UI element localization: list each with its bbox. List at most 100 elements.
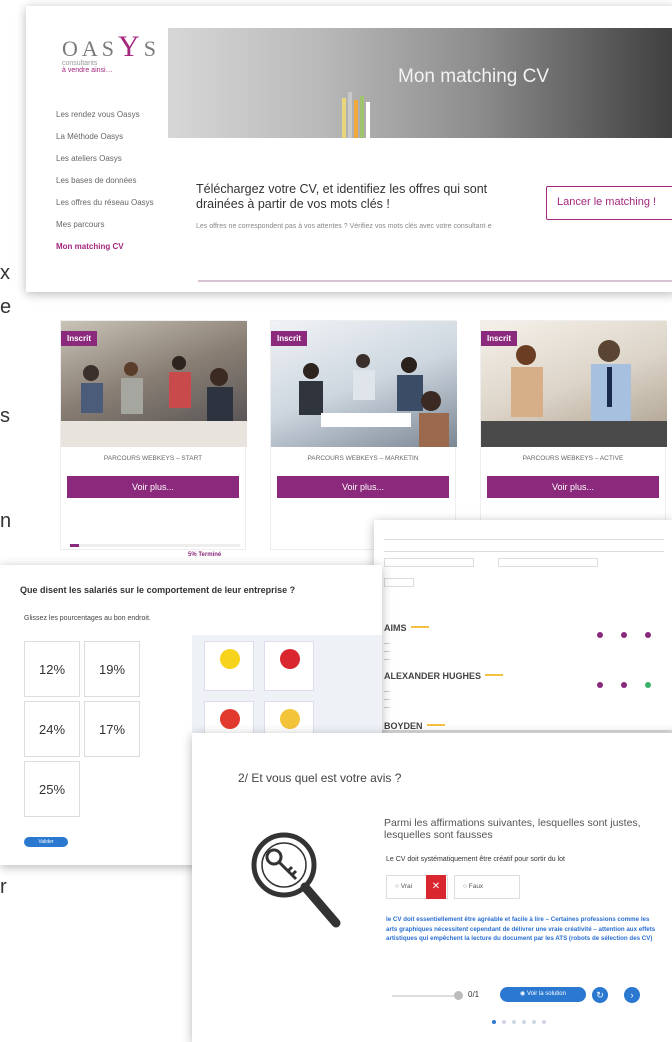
edge-text: e bbox=[0, 296, 12, 318]
card-caption: PARCOURS WEBKEYS – ACTIVE bbox=[522, 455, 624, 462]
page-dot[interactable] bbox=[512, 1020, 516, 1024]
inscrit-badge: Inscrit bbox=[61, 331, 98, 346]
parcours-card: Inscrit PARCOURS WEBKEYS – ACTIVE Voir p… bbox=[480, 320, 667, 550]
smiley-happy-icon bbox=[220, 649, 240, 669]
sidebar-item-matching[interactable]: Mon matching CV bbox=[56, 242, 156, 251]
percentage-tile[interactable]: 19% bbox=[84, 641, 140, 697]
score-slider[interactable] bbox=[392, 995, 454, 997]
search-icon[interactable] bbox=[597, 632, 603, 638]
edge-text: r bbox=[0, 876, 7, 898]
next-icon[interactable]: › bbox=[624, 987, 640, 1003]
company-details: — — — bbox=[384, 689, 390, 711]
edge-text: s bbox=[0, 405, 10, 427]
row-actions bbox=[597, 632, 657, 640]
sidebar-item-bases[interactable]: Les bases de données bbox=[56, 176, 156, 185]
page-dot[interactable] bbox=[532, 1020, 536, 1024]
retry-icon[interactable]: ↻ bbox=[592, 987, 608, 1003]
rating-stars bbox=[426, 723, 445, 726]
team-meeting-photo: Inscrit bbox=[61, 321, 247, 447]
launch-matching-button[interactable]: Lancer le matching ! bbox=[546, 186, 672, 220]
interview-photo: Inscrit bbox=[481, 321, 667, 447]
page-dot[interactable] bbox=[502, 1020, 506, 1024]
show-solution-button[interactable]: ◉ Voir la solution bbox=[500, 987, 586, 1002]
smiley-thinking-icon bbox=[280, 709, 300, 729]
card-caption: PARCOURS WEBKEYS – MARKETIN bbox=[307, 455, 419, 462]
card-caption: PARCOURS WEBKEYS – START bbox=[103, 455, 203, 462]
drop-target[interactable] bbox=[204, 641, 254, 691]
company-name: AIMS bbox=[384, 623, 407, 633]
edge-text: n bbox=[0, 510, 12, 532]
quiz-panel: 2/ Et vous quel est votre avis ? Parmi l… bbox=[192, 733, 672, 1042]
search-field[interactable] bbox=[384, 531, 664, 540]
hero-banner: Mon matching CV bbox=[168, 28, 672, 138]
option-false[interactable]: ○ Faux bbox=[454, 875, 520, 899]
sidebar-nav: Les rendez vous Oasys La Méthode Oasys L… bbox=[56, 110, 156, 264]
inscrit-badge: Inscrit bbox=[481, 331, 518, 346]
matching-cv-panel: OASYS consultants à vendre ainsi… Les re… bbox=[26, 6, 672, 292]
score: 0/1 bbox=[468, 990, 480, 999]
page-title: Mon matching CV bbox=[398, 66, 550, 87]
validate-button[interactable]: Valider bbox=[24, 837, 68, 847]
search-field[interactable] bbox=[384, 543, 664, 552]
oasys-logo[interactable]: OASYS consultants à vendre ainsi… bbox=[62, 30, 160, 74]
percentage-tile[interactable]: 25% bbox=[24, 761, 80, 817]
search-icon[interactable] bbox=[597, 682, 603, 688]
voir-plus-button[interactable]: Voir plus... bbox=[67, 476, 239, 498]
voir-plus-button[interactable]: Voir plus... bbox=[487, 476, 659, 498]
rating-stars bbox=[485, 673, 504, 676]
pencils-icon bbox=[342, 92, 370, 138]
filter-select[interactable] bbox=[498, 558, 599, 567]
survey-instruction: Glissez les pourcentages au bon endroit. bbox=[24, 615, 151, 622]
quiz-statement: Le CV doit systématiquement être créatif… bbox=[386, 856, 565, 863]
survey-title: Que disent les salariés sur le comportem… bbox=[20, 585, 296, 595]
sidebar-item-rendez-vous[interactable]: Les rendez vous Oasys bbox=[56, 110, 156, 119]
company-row[interactable]: AIMS — — — bbox=[384, 618, 669, 664]
option-true-label: Vrai bbox=[400, 883, 413, 890]
divider bbox=[198, 280, 672, 282]
filter-button[interactable] bbox=[384, 578, 414, 587]
row-actions bbox=[597, 682, 657, 690]
edge-text: x bbox=[0, 262, 10, 284]
sidebar-item-offres[interactable]: Les offres du réseau Oasys bbox=[56, 198, 156, 207]
sidebar-item-methode[interactable]: La Méthode Oasys bbox=[56, 132, 156, 141]
percentage-tile[interactable]: 24% bbox=[24, 701, 80, 757]
drop-target[interactable] bbox=[264, 641, 314, 691]
option-false-label: Faux bbox=[468, 883, 484, 890]
rating-stars bbox=[410, 625, 429, 628]
pagination-dots bbox=[492, 1020, 562, 1026]
progress-label: 5% Terminé bbox=[188, 552, 222, 558]
search-form bbox=[384, 528, 664, 590]
show-solution-label: Voir la solution bbox=[526, 991, 566, 997]
page-dot[interactable] bbox=[492, 1020, 496, 1024]
dot-icon[interactable] bbox=[621, 682, 627, 688]
dot-icon[interactable] bbox=[645, 682, 651, 688]
percentage-tile[interactable]: 17% bbox=[84, 701, 140, 757]
matching-heading: Téléchargez votre CV, et identifiez les … bbox=[196, 182, 488, 211]
magnifier-key-icon bbox=[251, 832, 341, 928]
matching-description: Les offres ne correspondent pas à vos at… bbox=[196, 223, 492, 230]
progress-bar bbox=[70, 544, 240, 547]
inscrit-badge: Inscrit bbox=[271, 331, 308, 346]
filter-select[interactable] bbox=[384, 558, 474, 567]
voir-plus-button[interactable]: Voir plus... bbox=[277, 476, 449, 498]
collage: x e s n r OASYS consultants à vendre ain… bbox=[0, 0, 672, 1042]
sidebar-item-ateliers[interactable]: Les ateliers Oasys bbox=[56, 154, 156, 163]
smiley-angry-icon bbox=[220, 709, 240, 729]
dot-icon[interactable] bbox=[621, 632, 627, 638]
company-name: ALEXANDER HUGHES bbox=[384, 671, 482, 681]
logo-wordmark: OASYS bbox=[62, 30, 160, 63]
quiz-question: Parmi les affirmations suivantes, lesque… bbox=[384, 817, 641, 841]
page-dot[interactable] bbox=[542, 1020, 546, 1024]
parcours-cards: Inscrit PARCOURS WEBKEYS – START Voir pl… bbox=[60, 320, 672, 550]
sidebar-item-parcours[interactable]: Mes parcours bbox=[56, 220, 156, 229]
company-row[interactable]: BOYDEN bbox=[384, 716, 669, 730]
pin-icon bbox=[280, 649, 300, 669]
parcours-card: Inscrit PARCOURS WEBKEYS – START Voir pl… bbox=[60, 320, 247, 550]
page-dot[interactable] bbox=[522, 1020, 526, 1024]
dot-icon[interactable] bbox=[645, 632, 651, 638]
company-name: BOYDEN bbox=[384, 721, 423, 730]
slider-knob[interactable] bbox=[454, 991, 463, 1000]
percentage-tile[interactable]: 12% bbox=[24, 641, 80, 697]
wrong-answer-icon: ✕ bbox=[426, 875, 446, 899]
company-row[interactable]: ALEXANDER HUGHES — — — bbox=[384, 666, 669, 712]
